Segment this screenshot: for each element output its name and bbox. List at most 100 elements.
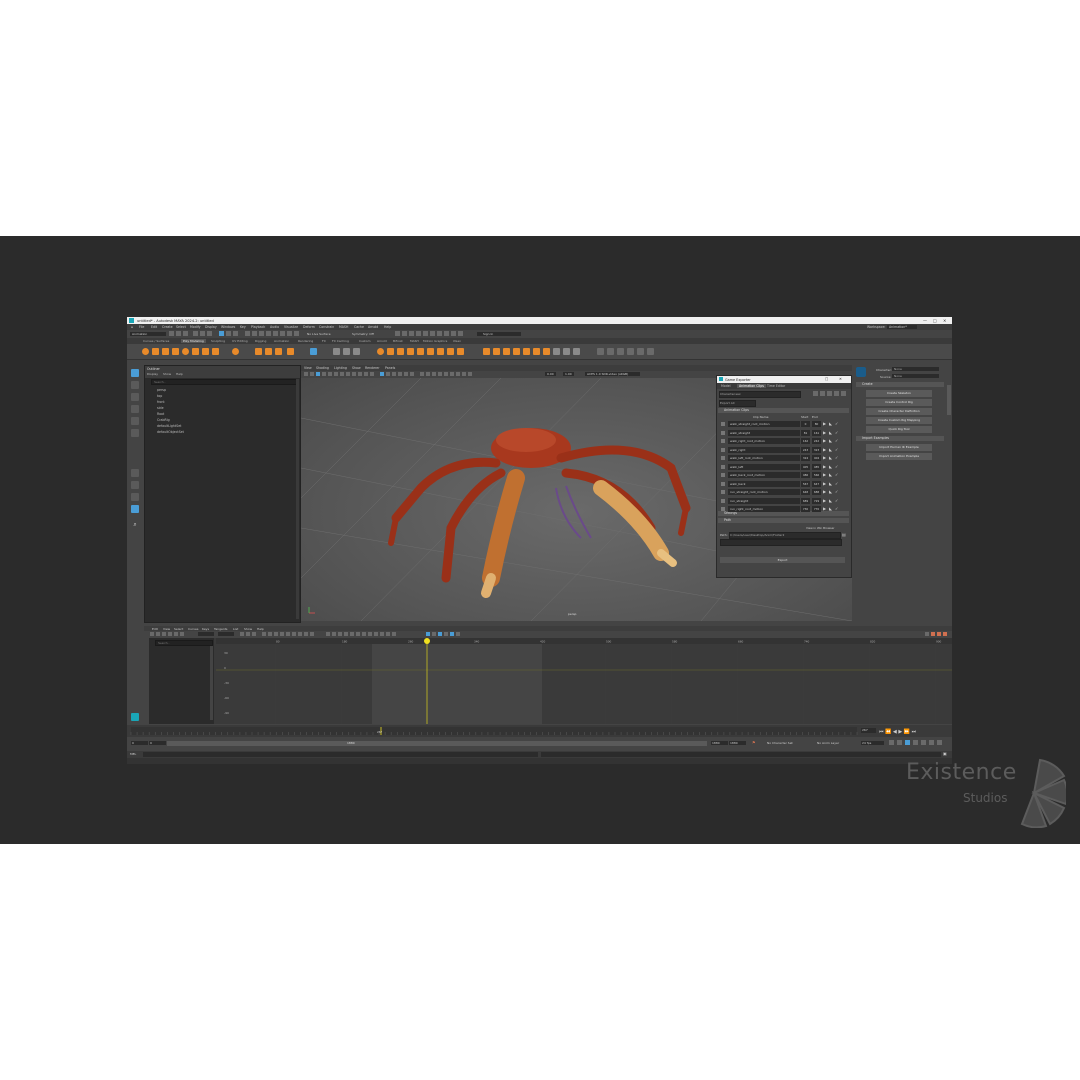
ge-list-scrollbar[interactable] xyxy=(210,646,213,720)
cluster-icon[interactable] xyxy=(607,348,614,355)
shelf-tab-arnold[interactable]: Arnold xyxy=(377,339,387,343)
quick-rig-tool-button[interactable]: Quick Rig Tool xyxy=(866,426,932,433)
home-icon[interactable]: ⌂ xyxy=(131,325,133,329)
clip-checkbox[interactable] xyxy=(721,456,725,460)
svg-icon[interactable] xyxy=(275,348,282,355)
play-clip-icon[interactable]: ▶ xyxy=(823,421,826,426)
vp-menu-shading[interactable]: Shading xyxy=(316,366,329,370)
clip-end-field[interactable]: 647 xyxy=(812,480,821,487)
anim-end-field[interactable]: 1880 xyxy=(729,741,746,745)
clip-end-field[interactable]: 161 xyxy=(812,429,821,436)
playback-end-field[interactable]: 1880 xyxy=(711,741,728,745)
clip-row[interactable]: walk_straight 81 161 ▶ ◣ ✓ xyxy=(721,429,845,438)
boolean-icon[interactable] xyxy=(377,348,384,355)
play-clip-icon[interactable]: ▶ xyxy=(823,498,826,503)
auto-key-icon[interactable]: ⚑ xyxy=(752,740,756,745)
colorspace-select[interactable]: ACES 1.0 SDR-video (sRGB) xyxy=(585,372,641,376)
extrude-icon[interactable] xyxy=(387,348,394,355)
gc-maximize-button[interactable]: □ xyxy=(825,377,828,381)
clips-section-header[interactable]: Animation Clips xyxy=(718,408,849,413)
shelf-tab-bifrost[interactable]: Bifrost xyxy=(393,339,403,343)
outliner-search-input[interactable] xyxy=(151,379,297,385)
smooth-icon[interactable] xyxy=(353,348,360,355)
select-clip-icon[interactable]: ◣ xyxy=(829,421,832,426)
menu-visualize[interactable]: Visualize xyxy=(284,325,298,329)
lasso-tool-icon[interactable] xyxy=(131,381,139,389)
menu-deform[interactable]: Deform xyxy=(303,325,315,329)
clip-start-field[interactable]: 81 xyxy=(801,429,810,436)
graph-editor-search-input[interactable] xyxy=(155,640,213,646)
slide-edge-icon[interactable] xyxy=(513,348,520,355)
clip-row[interactable]: walk_left_root_motion 324 404 ▶ ◣ ✓ xyxy=(721,455,845,463)
clip-start-field[interactable]: 243 xyxy=(801,446,810,453)
type-icon[interactable] xyxy=(265,348,272,355)
clip-end-field[interactable]: 566 xyxy=(812,472,821,478)
menu-mash[interactable]: MASH xyxy=(339,325,348,329)
outliner-item[interactable]: CrabRig xyxy=(157,418,170,422)
clip-checkbox[interactable] xyxy=(721,473,725,477)
near-clip-field[interactable]: 0.00 xyxy=(545,372,556,376)
check-icon[interactable]: ✓ xyxy=(835,472,838,477)
collapse-icon[interactable] xyxy=(437,348,444,355)
vp-menu-renderer[interactable]: Renderer xyxy=(365,366,380,370)
check-icon[interactable]: ✓ xyxy=(835,481,838,486)
target-weld-icon[interactable] xyxy=(483,348,490,355)
attribute-editor-side-tab[interactable] xyxy=(947,385,951,415)
clip-end-field[interactable]: 80 xyxy=(812,421,821,427)
cone-icon[interactable] xyxy=(172,348,179,355)
menu-arnold[interactable]: Arnold xyxy=(368,325,378,329)
menu-help[interactable]: Help xyxy=(384,325,391,329)
play-clip-icon[interactable]: ▶ xyxy=(823,481,826,486)
outliner-item[interactable]: side xyxy=(157,406,164,410)
bridge-icon[interactable] xyxy=(397,348,404,355)
shelf-tab-sculpting[interactable]: Sculpting xyxy=(211,339,225,343)
play-clip-icon[interactable]: ▶ xyxy=(823,447,826,452)
check-icon[interactable]: ✓ xyxy=(835,498,838,503)
multi-cut-icon[interactable] xyxy=(457,348,464,355)
clip-checkbox[interactable] xyxy=(721,507,725,511)
lattice-icon[interactable] xyxy=(597,348,604,355)
clip-row[interactable]: walk_right 243 323 ▶ ◣ ✓ xyxy=(721,446,845,455)
clip-row[interactable]: walk_back_root_motion 486 566 ▶ ◣ ✓ xyxy=(721,472,845,480)
clip-end-field[interactable]: 323 xyxy=(812,446,821,453)
wire-icon[interactable] xyxy=(617,348,624,355)
circularize-icon[interactable] xyxy=(543,348,550,355)
outliner-item[interactable]: top xyxy=(157,394,162,398)
menu-select[interactable]: Select xyxy=(176,325,186,329)
clip-row[interactable]: walk_back 567 647 ▶ ◣ ✓ xyxy=(721,480,845,489)
shelf-tab-xgen[interactable]: XGen xyxy=(453,339,461,343)
graph-view[interactable]: 30 0 -30 -60 -90 80 180 260 340 420 500 580 660 740 82… xyxy=(216,638,952,724)
sphere-icon[interactable] xyxy=(142,348,149,355)
move-tool-icon[interactable] xyxy=(131,405,139,413)
clip-start-field[interactable]: 567 xyxy=(801,480,810,487)
menu-windows[interactable]: Windows xyxy=(221,325,235,329)
shelf-tab-custom[interactable]: Custom xyxy=(359,339,371,343)
select-clip-icon[interactable]: ◣ xyxy=(829,506,832,511)
no-live-surface[interactable]: No Live Surface xyxy=(307,332,331,336)
menu-create[interactable]: Create xyxy=(162,325,173,329)
clip-start-field[interactable]: 0 xyxy=(801,421,810,427)
clip-checkbox[interactable] xyxy=(721,490,725,494)
clip-name-field[interactable]: walk_left xyxy=(728,463,800,470)
create-control-rig-button[interactable]: Create Control Rig xyxy=(866,399,932,406)
select-clip-icon[interactable]: ◣ xyxy=(829,438,832,443)
anim-layer-select[interactable]: No Anim Layer xyxy=(817,741,839,745)
menu-file[interactable]: File xyxy=(139,325,144,329)
clip-checkbox[interactable] xyxy=(721,464,725,469)
menu-playback[interactable]: Playback xyxy=(251,325,265,329)
create-skeleton-button[interactable]: Create Skeleton xyxy=(866,390,932,397)
check-icon[interactable]: ✓ xyxy=(835,464,838,469)
game-exporter-titlebar[interactable]: Game Exporter □ ✕ xyxy=(717,376,851,383)
poke-icon[interactable] xyxy=(523,348,530,355)
vp-menu-show[interactable]: Show xyxy=(352,366,361,370)
shelf-tab-fxcaching[interactable]: FX Caching xyxy=(332,339,349,343)
import-section-header[interactable]: Import Examples xyxy=(856,436,944,441)
playback-start-field[interactable]: 0 xyxy=(149,741,166,745)
fill-hole-icon[interactable] xyxy=(407,348,414,355)
close-button[interactable]: ✕ xyxy=(943,318,946,323)
folder-icon[interactable]: ▤ xyxy=(842,532,846,537)
search-icon[interactable]: ⌕ xyxy=(131,521,139,529)
current-frame-field[interactable]: 267 xyxy=(861,728,876,733)
source-select[interactable]: None xyxy=(892,374,939,378)
shelf-tab-motion[interactable]: Motion Graphics xyxy=(423,339,447,343)
